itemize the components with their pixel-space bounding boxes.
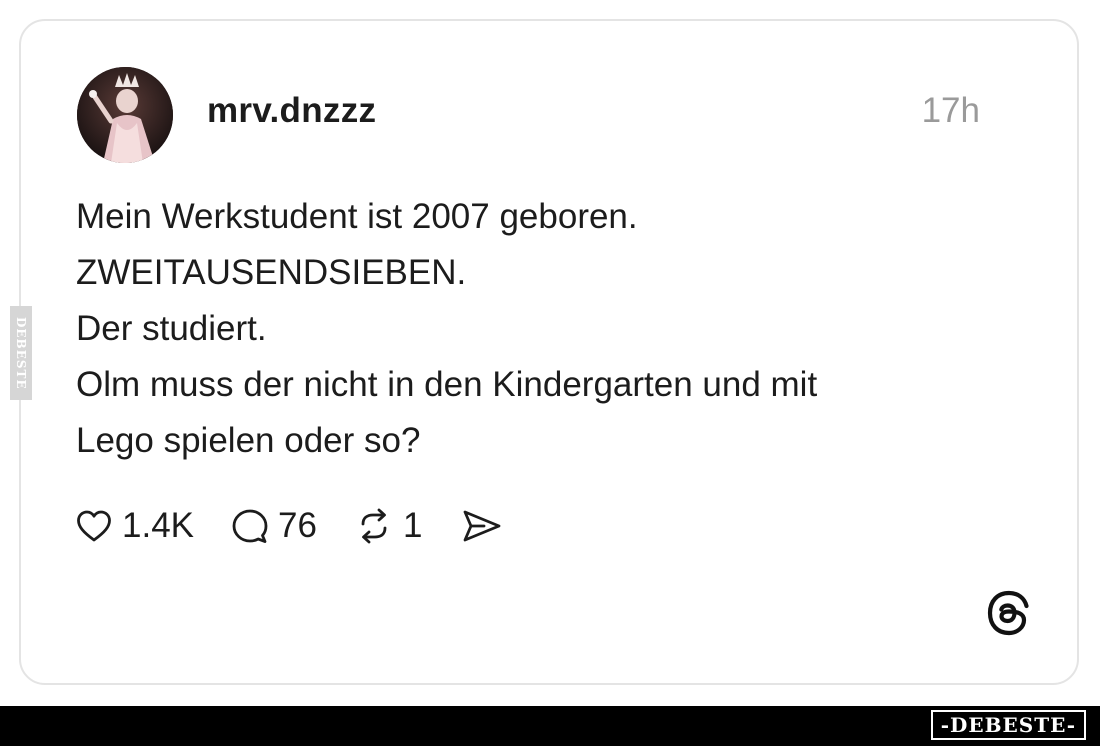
share-icon	[462, 509, 502, 543]
repost-button[interactable]: 1	[355, 506, 422, 546]
footer-bar: -DEBESTE-	[0, 706, 1100, 746]
post-text-line: Der studiert.	[76, 309, 267, 348]
post-text-line: Lego spielen oder so?	[76, 421, 421, 460]
avatar[interactable]	[77, 67, 173, 163]
post-text-line: Olm muss der nicht in den Kindergarten u…	[76, 365, 818, 404]
post-timestamp: 17h	[921, 91, 980, 130]
threads-post-card: mrv.dnzzz 17h Mein Werkstudent ist 2007 …	[19, 19, 1079, 685]
post-actions: 1.4K 76 1	[76, 501, 540, 551]
share-button[interactable]	[462, 509, 502, 543]
like-button[interactable]: 1.4K	[76, 506, 194, 546]
repost-icon	[355, 508, 393, 544]
repost-count: 1	[402, 506, 423, 545]
footer-watermark-logo: -DEBESTE-	[930, 710, 1086, 740]
side-watermark: DEBESTE	[10, 306, 32, 400]
comment-count: 76	[278, 506, 317, 545]
heart-icon	[76, 509, 112, 543]
username-link[interactable]: mrv.dnzzz	[207, 91, 376, 131]
post-text-line: Mein Werkstudent ist 2007 geboren.	[76, 197, 638, 236]
comment-button[interactable]: 76	[232, 506, 317, 546]
comment-bubble-icon	[232, 508, 268, 544]
threads-logo-icon	[985, 589, 1033, 637]
post-text-line: ZWEITAUSENDSIEBEN.	[76, 253, 467, 292]
post-text: Mein Werkstudent ist 2007 geboren. ZWEIT…	[76, 189, 996, 469]
like-count: 1.4K	[122, 506, 194, 545]
